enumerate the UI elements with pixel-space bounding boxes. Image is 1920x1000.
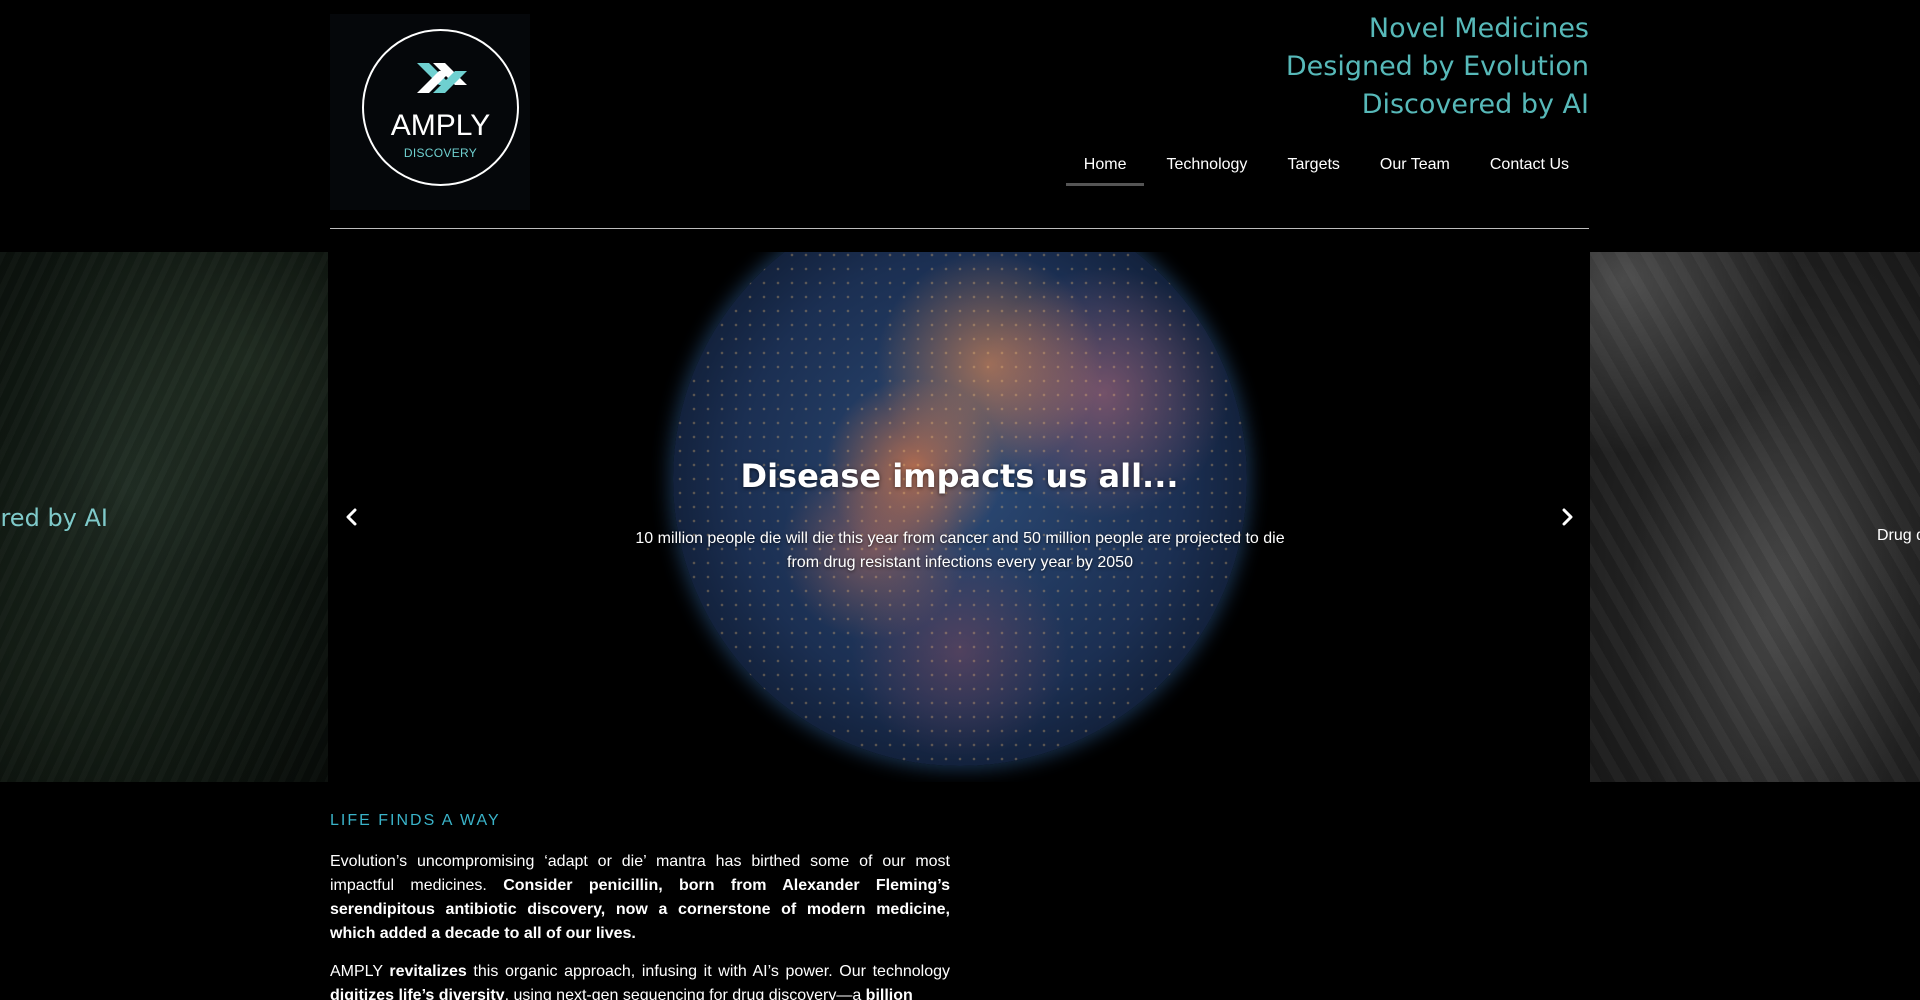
logo-wordmark: AMPLY bbox=[390, 109, 491, 142]
satellite-earth-image bbox=[1590, 252, 1920, 782]
tagline: Novel Medicines Designed by Evolution Di… bbox=[1286, 10, 1589, 124]
chevron-left-icon bbox=[346, 508, 357, 526]
intro-paragraph: Evolution’s uncompromising ‘adapt or die… bbox=[330, 850, 950, 946]
logo-ring: AMPLY DISCOVERY bbox=[362, 29, 519, 186]
nav-targets[interactable]: Targets bbox=[1267, 150, 1359, 186]
city-lights bbox=[673, 252, 1247, 766]
tech-bold-2: billion bbox=[865, 987, 913, 1000]
nav-our-team[interactable]: Our Team bbox=[1360, 150, 1470, 186]
tech-text-3: , using next-gen sequencing for drug dis… bbox=[504, 987, 866, 1000]
main-nav: Home Technology Targets Our Team Contact… bbox=[1064, 150, 1589, 186]
tech-bold-1: revitalizes bbox=[389, 963, 467, 980]
slider-prev-button[interactable] bbox=[340, 505, 364, 529]
nav-home[interactable]: Home bbox=[1064, 150, 1147, 186]
header-divider bbox=[330, 228, 1589, 229]
section-heading: LIFE FINDS A WAY bbox=[330, 812, 501, 829]
slide-title: Disease impacts us all... bbox=[740, 457, 1179, 495]
nav-technology[interactable]: Technology bbox=[1146, 150, 1267, 186]
tech-text-2: this organic approach, infusing it with … bbox=[466, 963, 950, 980]
next-slide-text: Drug d bbox=[1877, 527, 1920, 544]
tech-text-1: AMPLY bbox=[330, 963, 390, 980]
earth-globe-image bbox=[673, 252, 1247, 766]
technology-paragraph: AMPLY revitalizes this organic approach,… bbox=[330, 960, 950, 1000]
tagline-line-2: Designed by Evolution bbox=[1285, 51, 1589, 82]
logo-subtitle: DISCOVERY bbox=[403, 146, 478, 160]
nav-contact-us[interactable]: Contact Us bbox=[1470, 150, 1589, 186]
prev-slide-preview[interactable]: ered by AI bbox=[0, 252, 328, 782]
hero-slide: Disease impacts us all... 10 million peo… bbox=[330, 252, 1589, 782]
slide-text: 10 million people die will die this year… bbox=[635, 530, 1285, 571]
tagline-line-1: Novel Medicines bbox=[1368, 13, 1589, 44]
page-root: AMPLY DISCOVERY Novel Medicines Designed… bbox=[0, 0, 1920, 1000]
amply-mark-icon bbox=[417, 63, 467, 93]
logo[interactable]: AMPLY DISCOVERY bbox=[330, 14, 530, 210]
prev-slide-text: ered by AI bbox=[0, 504, 108, 532]
next-slide-preview[interactable]: Drug d bbox=[1590, 252, 1920, 782]
tech-underline-1: digitizes life’s diversity bbox=[330, 987, 505, 1000]
chevron-right-icon bbox=[1562, 508, 1573, 526]
slider-next-button[interactable] bbox=[1555, 505, 1579, 529]
tagline-line-3: Discovered by AI bbox=[1361, 89, 1589, 120]
